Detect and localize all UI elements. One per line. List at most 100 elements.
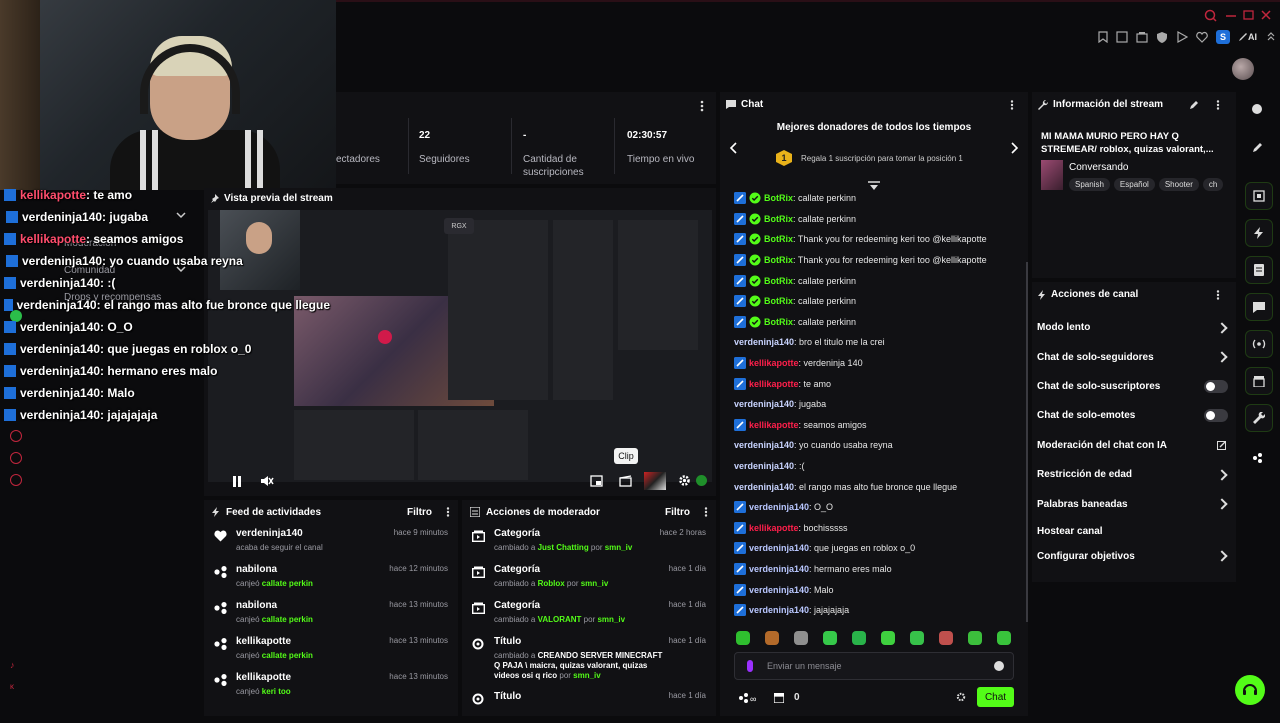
tag-pill[interactable]: Español xyxy=(1113,178,1155,191)
modaction-item[interactable]: Categoría cambiado a VALORANT por smn_iv h… xyxy=(462,596,716,632)
chat-message[interactable]: BotRix: callate perkinn xyxy=(720,209,1024,230)
channel-action-item[interactable]: Modo lento xyxy=(1032,313,1236,342)
chat-message[interactable]: verdeninja140: yo cuando usaba reyna xyxy=(720,435,1024,456)
rail-button[interactable] xyxy=(1245,219,1273,247)
chat-message[interactable]: BotRix: callate perkinn xyxy=(720,312,1024,333)
modaction-item[interactable]: Título cambiado a CREANDO SERVER MINECRAF… xyxy=(462,632,716,687)
kick-dots-icon[interactable] xyxy=(1252,452,1264,464)
chat-message[interactable]: verdeninja140: el rango mas alto fue bro… xyxy=(720,476,1024,497)
donors-prev-icon[interactable] xyxy=(729,142,737,154)
chat-username[interactable]: kellikapotte xyxy=(749,379,799,389)
rail-button[interactable] xyxy=(1245,367,1273,395)
play-icon[interactable] xyxy=(1176,31,1188,43)
channel-action-item[interactable]: Chat de solo-seguidores xyxy=(1032,342,1236,371)
mute-icon[interactable] xyxy=(260,475,274,487)
bookmark-icon[interactable] xyxy=(1098,31,1108,43)
chat-username[interactable]: verdeninja140 xyxy=(734,399,794,409)
chat-message[interactable]: verdeninja140: :( xyxy=(720,456,1024,477)
chat-message[interactable]: kellikapotte: seamos amigos xyxy=(720,415,1024,436)
chat-username[interactable]: verdeninja140 xyxy=(734,440,794,450)
rail-button[interactable] xyxy=(1245,293,1273,321)
chat-username[interactable]: verdeninja140 xyxy=(734,461,794,471)
chat-message[interactable]: kellikapotte: bochisssss xyxy=(720,518,1024,539)
emote-icon[interactable] xyxy=(997,631,1011,645)
chat-username[interactable]: verdeninja140 xyxy=(749,605,809,615)
channel-action-item[interactable]: Palabras baneadas xyxy=(1032,489,1236,518)
chat-username[interactable]: BotRix xyxy=(764,234,793,244)
emote-icon[interactable] xyxy=(939,631,953,645)
settings-icon[interactable] xyxy=(678,474,691,487)
pencil-icon[interactable] xyxy=(1253,142,1263,152)
channel-action-item[interactable]: Hostear canal xyxy=(1032,519,1236,544)
chat-username[interactable]: BotRix xyxy=(764,296,793,306)
channel-action-item[interactable]: Moderación del chat con IA xyxy=(1032,431,1236,460)
channel-action-item[interactable]: Configurar objetivos xyxy=(1032,544,1236,569)
chat-username[interactable]: kellikapotte xyxy=(749,358,799,368)
modacts-menu-icon[interactable] xyxy=(704,507,708,517)
channel-action-item[interactable]: Chat de solo-emotes xyxy=(1032,401,1236,430)
chat-message[interactable]: verdeninja140: que juegas en roblox o_0 xyxy=(720,538,1024,559)
send-chat-button[interactable]: Chat xyxy=(977,687,1014,707)
rail-button[interactable] xyxy=(1245,256,1273,284)
chat-message[interactable]: verdeninja140: O_O xyxy=(720,497,1024,518)
chat-message[interactable]: verdeninja140: hermano eres malo xyxy=(720,559,1024,580)
emote-icon[interactable] xyxy=(881,631,895,645)
actions-menu-icon[interactable] xyxy=(1216,290,1220,300)
emote-icon[interactable] xyxy=(794,631,808,645)
tag-pill[interactable]: Shooter xyxy=(1158,178,1199,191)
emote-icon[interactable] xyxy=(823,631,837,645)
mic-icon[interactable] xyxy=(747,660,753,672)
feed-item[interactable]: nabilona canjeó callate perkin hace 12 min… xyxy=(204,560,458,596)
feed-item[interactable]: kellikapotte canjeó keri too hace 13 minut… xyxy=(204,668,458,704)
chat-username[interactable]: verdeninja140 xyxy=(734,482,794,492)
ai-button[interactable]: AI xyxy=(1238,32,1257,42)
extension-icon[interactable] xyxy=(1136,31,1148,43)
chat-message[interactable]: BotRix: callate perkinn xyxy=(720,270,1024,291)
chat-username[interactable]: kellikapotte xyxy=(749,523,799,533)
info-circle-icon[interactable] xyxy=(1252,104,1262,114)
clip-thumbnail[interactable] xyxy=(644,472,666,490)
chat-message[interactable]: verdeninja140: bro el titulo me la crei xyxy=(720,332,1024,353)
chat-username[interactable]: BotRix xyxy=(764,255,793,265)
chat-input[interactable]: Enviar un mensaje xyxy=(734,652,1014,680)
tag-pill[interactable]: ch xyxy=(1202,178,1224,191)
rail-button[interactable] xyxy=(1245,182,1273,210)
info-menu-icon[interactable] xyxy=(1216,100,1220,110)
feed-menu-icon[interactable] xyxy=(446,507,450,517)
chat-username[interactable]: verdeninja140 xyxy=(749,502,809,512)
rail-button[interactable] xyxy=(1245,330,1273,358)
chat-username[interactable]: BotRix xyxy=(764,276,793,286)
chat-username[interactable]: verdeninja140 xyxy=(749,585,809,595)
chat-message[interactable]: BotRix: Thank you for redeeming keri too… xyxy=(720,250,1024,271)
chat-username[interactable]: BotRix xyxy=(764,193,793,203)
emoji-icon[interactable] xyxy=(994,661,1004,671)
chat-settings-icon[interactable] xyxy=(956,692,966,702)
support-chat-button[interactable] xyxy=(1235,675,1265,705)
user-avatar[interactable] xyxy=(1232,58,1254,80)
chat-message[interactable]: verdeninja140: jugaba xyxy=(720,394,1024,415)
reader-icon[interactable] xyxy=(1116,31,1128,43)
tag-pill[interactable]: Spanish xyxy=(1069,178,1110,191)
store-icon[interactable] xyxy=(774,692,784,703)
chat-username[interactable]: verdeninja140 xyxy=(749,564,809,574)
chat-menu-icon[interactable] xyxy=(1010,100,1014,110)
donors-next-icon[interactable] xyxy=(1011,142,1019,154)
pip-icon[interactable] xyxy=(590,475,603,487)
kick-points-icon[interactable]: ∞ xyxy=(738,692,760,703)
toggle-switch[interactable] xyxy=(1204,409,1228,423)
emote-icon[interactable] xyxy=(910,631,924,645)
chat-scrollbar[interactable] xyxy=(1026,262,1028,622)
chat-username[interactable]: BotRix xyxy=(764,214,793,224)
feed-item[interactable]: kellikapotte canjeó callate perkin hace 13… xyxy=(204,632,458,668)
emote-icon[interactable] xyxy=(968,631,982,645)
edit-icon[interactable] xyxy=(1190,100,1199,109)
rail-button[interactable] xyxy=(1245,404,1273,432)
modaction-item[interactable]: Categoría cambiado a Roblox por smn_iv hac… xyxy=(462,560,716,596)
channel-action-item[interactable]: Restricción de edad xyxy=(1032,460,1236,489)
chat-username[interactable]: verdeninja140 xyxy=(734,337,794,347)
chat-username[interactable]: verdeninja140 xyxy=(749,543,809,553)
heart-outline-icon[interactable] xyxy=(1196,31,1208,43)
modaction-item[interactable]: Categoría cambiado a Just Chatting por sm… xyxy=(462,524,716,560)
chat-message[interactable]: kellikapotte: verdeninja 140 xyxy=(720,353,1024,374)
chat-message[interactable]: kellikapotte: te amo xyxy=(720,373,1024,394)
